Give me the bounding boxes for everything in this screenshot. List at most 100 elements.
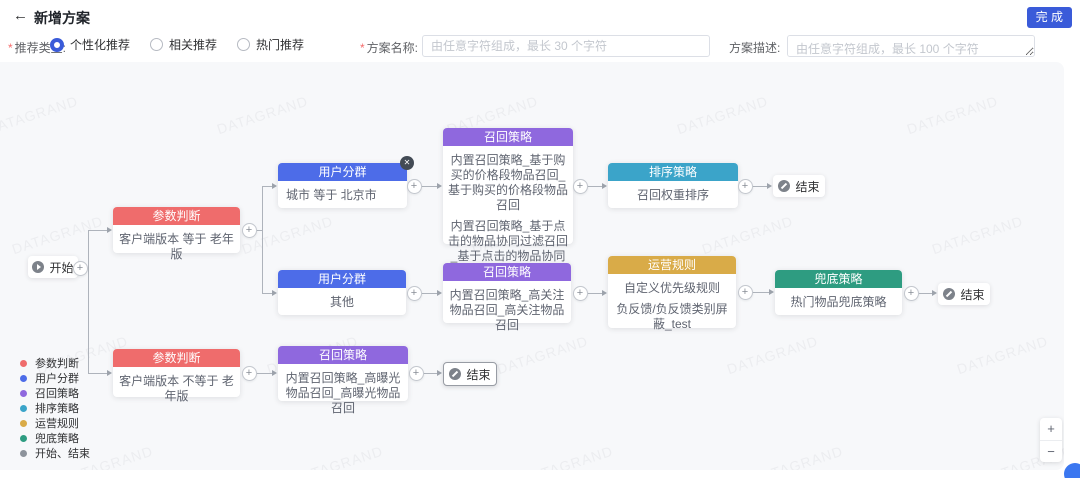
flow-node-rank-1[interactable]: 排序策略召回权重排序 — [608, 163, 738, 208]
plan-desc-label: 方案描述: — [729, 39, 780, 56]
arrowhead-icon — [767, 183, 772, 189]
arrowhead-icon — [437, 370, 442, 376]
add-node-button[interactable]: + — [242, 223, 257, 238]
connector-line — [422, 186, 437, 187]
flow-node-oper-1[interactable]: 运营规则自定义优先级规则负反馈/负反馈类别屏蔽_test — [608, 256, 736, 328]
node-condition-text: 其他 — [283, 295, 401, 310]
watermark-text: DATAGRAND — [955, 333, 1050, 378]
connector-line — [424, 373, 437, 374]
flow-node-param-1[interactable]: 参数判断客户端版本 等于 老年版 — [113, 207, 240, 253]
connector-line — [257, 230, 262, 231]
canvas-zoom-control: + − — [1040, 418, 1062, 462]
legend-item: 运营规则 — [20, 416, 90, 430]
end-node[interactable]: 结束 — [938, 283, 990, 305]
flow-node-recall-3[interactable]: 召回策略内置召回策略_高曝光物品召回_高曝光物品召回 — [278, 346, 408, 401]
legend-label: 开始、结束 — [35, 445, 90, 461]
radio-label: 个性化推荐 — [70, 36, 130, 53]
required-mark: * — [8, 41, 13, 55]
add-node-button[interactable]: + — [407, 179, 422, 194]
node-condition-text: 内置召回策略_高曝光物品召回_高曝光物品召回 — [283, 371, 403, 416]
node-title: 兜底策略 — [775, 270, 902, 288]
end-icon — [778, 180, 790, 192]
radio-related[interactable]: 相关推荐 — [150, 36, 217, 53]
arrowhead-icon — [932, 290, 937, 296]
plan-name-input[interactable] — [422, 35, 710, 57]
add-node-button[interactable]: + — [573, 286, 588, 301]
radio-personalized[interactable]: 个性化推荐 — [50, 36, 130, 53]
end-node[interactable]: 结束 — [773, 175, 825, 197]
connector-line — [753, 186, 767, 187]
plan-name-label: *方案名称: — [360, 39, 418, 56]
node-title: 召回策略 — [443, 128, 573, 146]
add-node-button[interactable]: + — [738, 285, 753, 300]
node-title: 排序策略 — [608, 163, 738, 181]
zoom-in-button[interactable]: + — [1040, 418, 1062, 440]
watermark-text: DATAGRAND — [0, 93, 80, 138]
flow-node-segment-1[interactable]: 用户分群城市 等于 北京市✕ — [278, 163, 407, 208]
add-node-button[interactable]: + — [73, 261, 88, 276]
zoom-out-button[interactable]: − — [1040, 440, 1062, 462]
connector-line — [588, 186, 602, 187]
end-node[interactable]: 结束 — [443, 362, 497, 386]
plan-desc-textarea[interactable] — [787, 35, 1035, 57]
node-type-legend: 参数判断用户分群召回策略排序策略运营规则兜底策略开始、结束 — [20, 355, 90, 460]
radio-hot[interactable]: 热门推荐 — [237, 36, 304, 53]
legend-item: 参数判断 — [20, 356, 90, 370]
connector-line — [262, 293, 272, 294]
arrowhead-icon — [602, 183, 607, 189]
start-node[interactable]: 开始 — [28, 256, 78, 278]
node-condition-text: 内置召回策略_高关注物品召回_高关注物品召回 — [448, 288, 566, 333]
node-condition-text: 客户端版本 等于 老年版 — [118, 232, 235, 262]
watermark-text: DATAGRAND — [675, 93, 770, 138]
node-title: 召回策略 — [443, 263, 571, 281]
arrowhead-icon — [769, 289, 774, 295]
top-bar: ← 新增方案 完 成 — [0, 0, 1080, 30]
connector-line — [262, 186, 263, 293]
back-arrow-icon[interactable]: ← — [13, 7, 28, 24]
node-label: 结束 — [466, 366, 490, 383]
arrowhead-icon — [272, 290, 277, 296]
watermark-text: DATAGRAND — [750, 443, 845, 470]
legend-dot-icon — [20, 375, 27, 382]
add-node-button[interactable]: + — [242, 366, 257, 381]
legend-label: 运营规则 — [35, 415, 79, 431]
flow-node-recall-1[interactable]: 召回策略内置召回策略_基于购买的价格段物品召回_基于购买的价格段物品召回内置召回… — [443, 128, 573, 244]
arrowhead-icon — [437, 183, 442, 189]
flow-node-fallback-1[interactable]: 兜底策略热门物品兜底策略 — [775, 270, 902, 315]
node-body: 客户端版本 等于 老年版 — [113, 225, 240, 269]
add-node-button[interactable]: + — [904, 286, 919, 301]
connector-line — [753, 292, 769, 293]
new-plan-page: ← 新增方案 完 成 *推荐类型: 个性化推荐 相关推荐 热门推荐 *方案名称:… — [0, 0, 1080, 478]
legend-dot-icon — [20, 435, 27, 442]
arrowhead-icon — [107, 227, 112, 233]
add-node-button[interactable]: + — [573, 179, 588, 194]
flow-canvas[interactable]: DATAGRAND DATAGRAND DATAGRAND DATAGRAND DATA… — [0, 62, 1064, 470]
close-icon[interactable]: ✕ — [400, 156, 414, 170]
flow-node-param-2[interactable]: 参数判断客户端版本 不等于 老年版 — [113, 349, 240, 397]
node-body: 自定义优先级规则负反馈/负反馈类别屏蔽_test — [608, 274, 736, 339]
radio-label: 相关推荐 — [169, 36, 217, 53]
flow-node-segment-2[interactable]: 用户分群其他 — [278, 270, 406, 315]
connector-line — [588, 293, 602, 294]
watermark-text: DATAGRAND — [905, 93, 1000, 138]
radio-label: 热门推荐 — [256, 36, 304, 53]
connector-line — [919, 293, 932, 294]
add-node-button[interactable]: + — [738, 179, 753, 194]
connector-line — [88, 230, 107, 231]
node-condition-text: 自定义优先级规则 — [613, 281, 731, 296]
legend-item: 排序策略 — [20, 401, 90, 415]
legend-label: 兜底策略 — [35, 430, 79, 446]
legend-item: 兜底策略 — [20, 431, 90, 445]
add-node-button[interactable]: + — [409, 366, 424, 381]
legend-label: 用户分群 — [35, 370, 79, 386]
done-button[interactable]: 完 成 — [1027, 7, 1072, 28]
arrowhead-icon — [602, 290, 607, 296]
floating-action-button[interactable] — [1064, 463, 1080, 478]
add-node-button[interactable]: + — [407, 286, 422, 301]
page-title: 新增方案 — [34, 8, 90, 28]
node-body: 内置召回策略_高关注物品召回_高关注物品召回 — [443, 281, 571, 340]
watermark-text: DATAGRAND — [215, 93, 310, 138]
flow-node-recall-2[interactable]: 召回策略内置召回策略_高关注物品召回_高关注物品召回 — [443, 263, 571, 323]
legend-dot-icon — [20, 360, 27, 367]
node-condition-text: 负反馈/负反馈类别屏蔽_test — [613, 302, 731, 332]
